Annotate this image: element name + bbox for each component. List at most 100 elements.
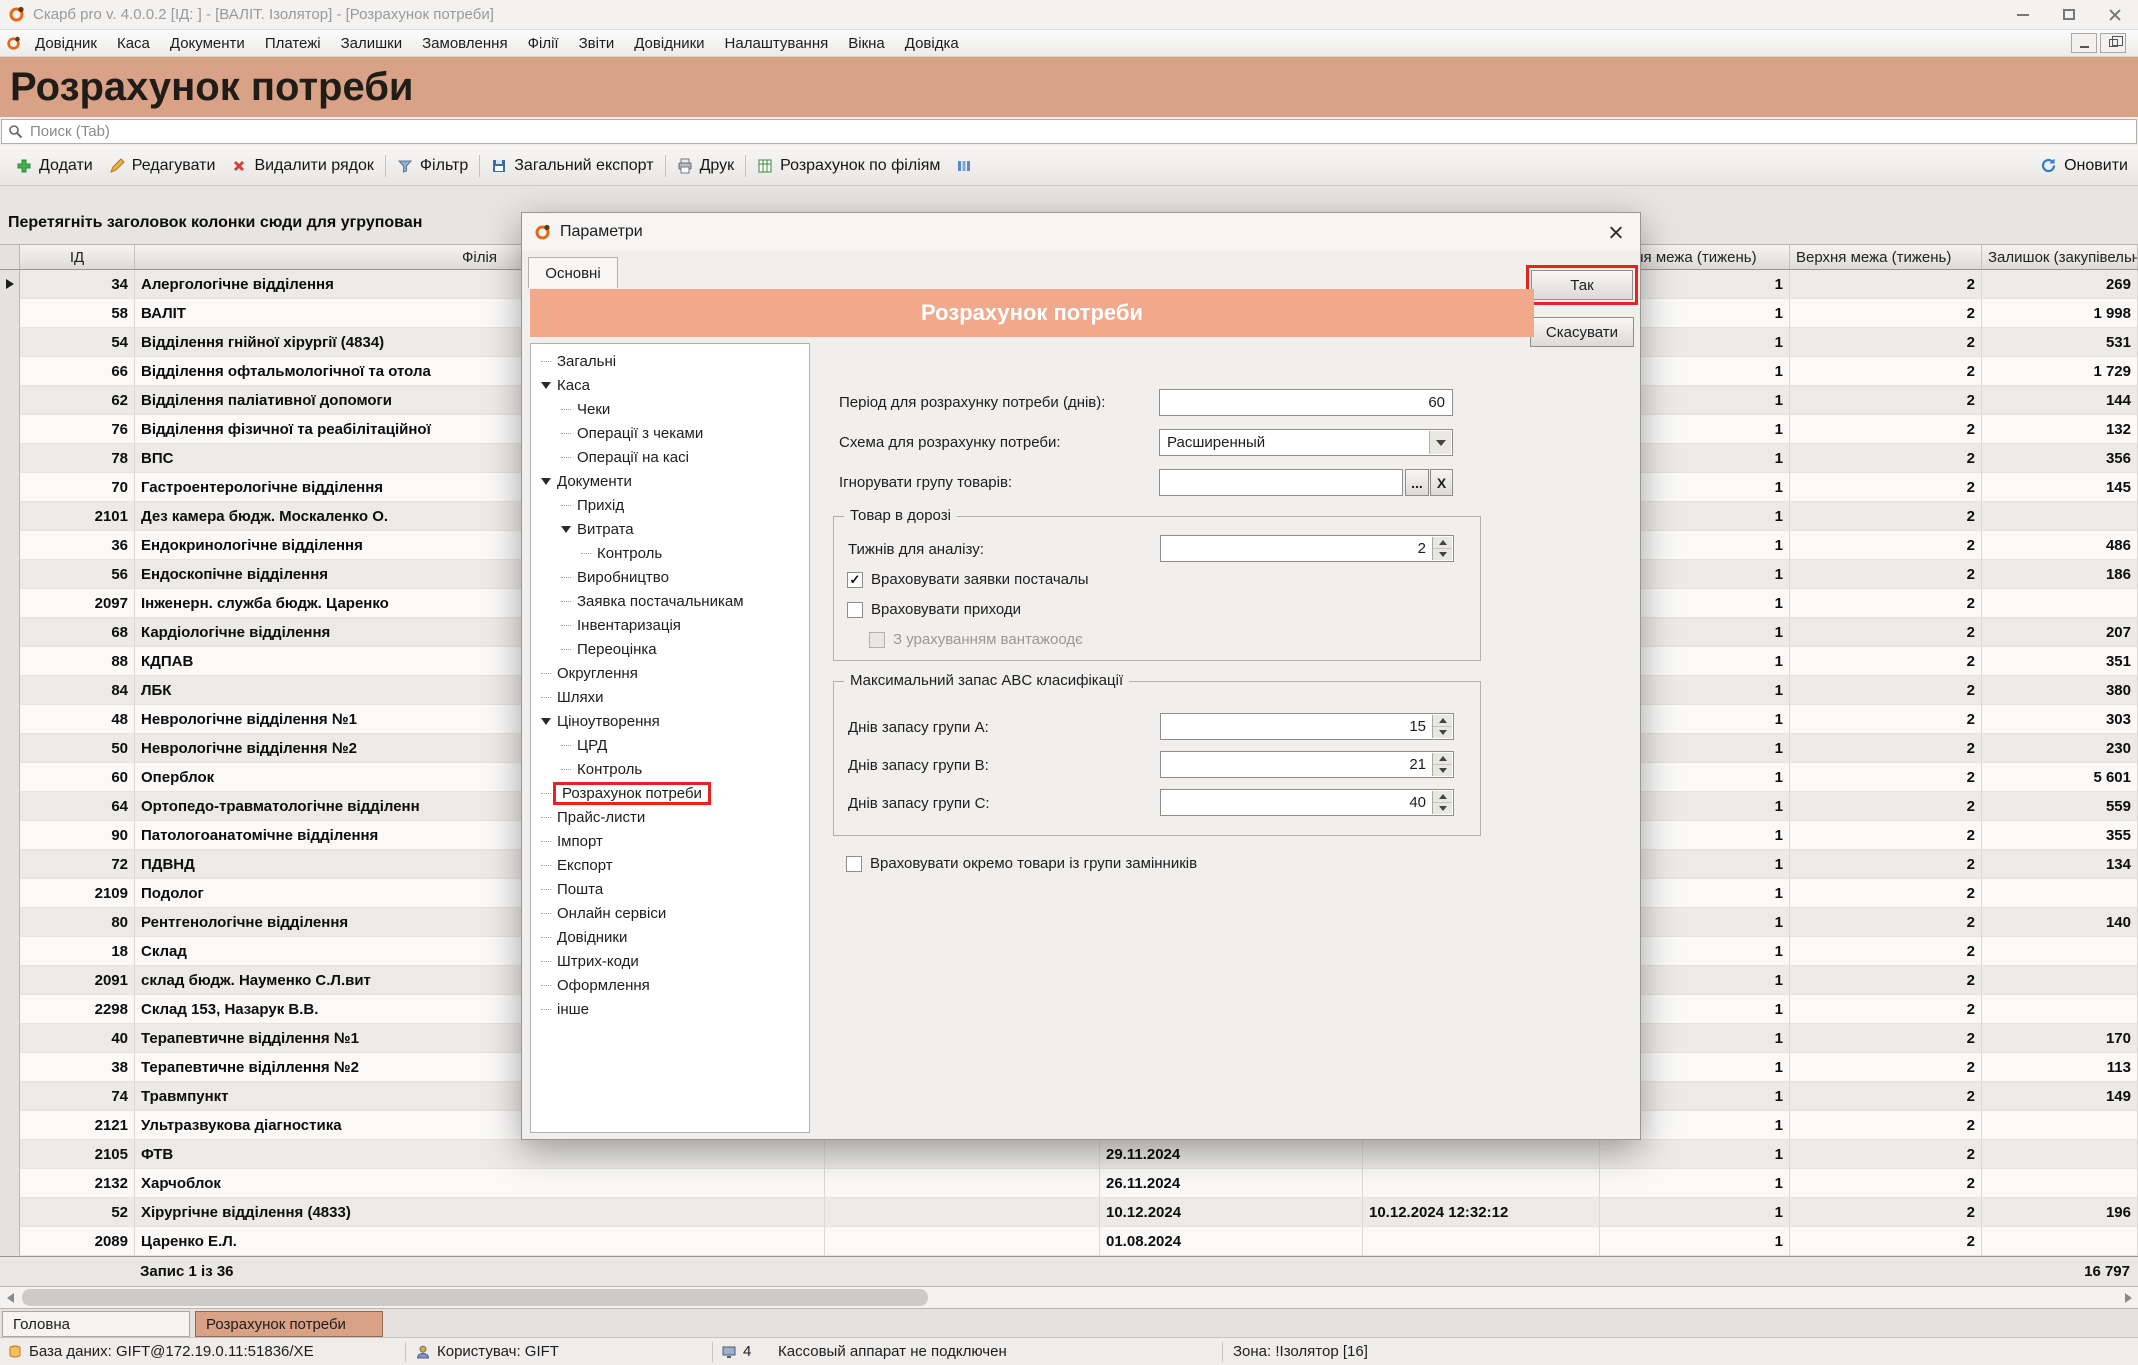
tree-item[interactable]: Операції з чеками [531, 421, 809, 445]
tree-item[interactable]: Шляхи [531, 685, 809, 709]
ok-button[interactable]: Так [1531, 270, 1633, 300]
menu-item[interactable]: Замовлення [412, 31, 517, 56]
scroll-left-button[interactable] [0, 1287, 20, 1308]
minimize-button[interactable] [2000, 0, 2046, 29]
tree-item[interactable]: Виробництво [531, 565, 809, 589]
toolbar-export-button[interactable]: Загальний експорт [483, 151, 661, 181]
toolbar-add-button[interactable]: Додати [8, 151, 101, 181]
maximize-button[interactable] [2046, 0, 2092, 29]
tree-item[interactable]: Пошта [531, 877, 809, 901]
spin-up-icon[interactable] [1433, 753, 1452, 765]
tree-item[interactable]: Штрих-коди [531, 949, 809, 973]
tree-item[interactable]: Переоцінка [531, 637, 809, 661]
group-a-days-spinner[interactable]: 15 [1160, 713, 1454, 740]
tree-item[interactable]: Прайс-листи [531, 805, 809, 829]
table-cell: 2132 [20, 1169, 135, 1198]
spin-down-icon[interactable] [1433, 803, 1452, 814]
tree-item[interactable]: Чеки [531, 397, 809, 421]
tree-item[interactable]: Контроль [531, 757, 809, 781]
tree-item[interactable]: Інвентаризація [531, 613, 809, 637]
column-header[interactable]: Верхня межа (тижень) [1790, 245, 1982, 269]
tree-item[interactable]: Округлення [531, 661, 809, 685]
search-input[interactable]: Поиск (Tab) [1, 119, 2137, 144]
tree-item[interactable]: Операції на касі [531, 445, 809, 469]
menu-item[interactable]: Документи [160, 31, 255, 56]
spin-up-icon[interactable] [1433, 715, 1452, 727]
tree-item[interactable]: Документи [531, 469, 809, 493]
menu-item[interactable]: Налаштування [715, 31, 839, 56]
ignore-group-browse-button[interactable]: ... [1405, 469, 1429, 496]
tree-item[interactable]: ЦРД [531, 733, 809, 757]
include-receipts-checkbox[interactable]: Враховувати приходи [847, 601, 1021, 618]
tab-main-settings[interactable]: Основні [528, 257, 618, 288]
toolbar-filter-button[interactable]: Фільтр [389, 151, 476, 181]
group-c-days-spinner[interactable]: 40 [1160, 789, 1454, 816]
period-input[interactable]: 60 [1159, 389, 1453, 416]
tree-item[interactable]: Розрахунок потреби [531, 781, 809, 805]
tree-item[interactable]: інше [531, 997, 809, 1021]
dialog-close-button[interactable] [1594, 216, 1636, 248]
tree-item[interactable]: Контроль [531, 541, 809, 565]
tree-item[interactable]: Імпорт [531, 829, 809, 853]
menu-item[interactable]: Довідка [895, 31, 969, 56]
toolbar-delete-row-button[interactable]: Видалити рядок [223, 151, 381, 181]
table-row[interactable]: 2132Харчоблок26.11.202412 [0, 1169, 2138, 1198]
toolbar-calc-by-branch-button[interactable]: Розрахунок по філіям [749, 151, 948, 181]
dropdown-arrow-icon[interactable] [1429, 431, 1451, 454]
table-row[interactable]: 52Хірургічне відділення (4833)10.12.2024… [0, 1198, 2138, 1227]
menu-item[interactable]: Довідник [25, 31, 107, 56]
toolbar-print-button[interactable]: Друк [669, 151, 743, 181]
menu-item[interactable]: Каса [107, 31, 160, 56]
scroll-right-button[interactable] [2118, 1287, 2138, 1308]
scrollbar-thumb[interactable] [22, 1289, 928, 1306]
spin-up-icon[interactable] [1433, 537, 1452, 549]
tree-item[interactable]: Прихід [531, 493, 809, 517]
scheme-dropdown[interactable]: Расширенный [1159, 429, 1453, 456]
spinner-buttons[interactable] [1432, 791, 1452, 814]
column-header[interactable]: Залишок (закупівельн [1982, 245, 2138, 269]
tree-item[interactable]: Оформлення [531, 973, 809, 997]
substitutes-checkbox[interactable]: Враховувати окремо товари із групи замін… [846, 855, 1197, 872]
scrollbar-track[interactable] [20, 1287, 2118, 1308]
ignore-group-clear-button[interactable]: X [1430, 469, 1453, 496]
column-header[interactable]: ІД [20, 245, 135, 269]
toolbar-columns-button[interactable] [948, 152, 980, 180]
spin-down-icon[interactable] [1433, 765, 1452, 776]
spinner-buttons[interactable] [1432, 753, 1452, 776]
tab-home[interactable]: Головна [2, 1311, 190, 1337]
toolbar-edit-button[interactable]: Редагувати [101, 151, 224, 181]
mdi-restore-button[interactable] [2100, 33, 2126, 53]
spin-down-icon[interactable] [1433, 727, 1452, 738]
menu-item[interactable]: Звіти [569, 31, 625, 56]
menu-item[interactable]: Платежі [255, 31, 331, 56]
menu-item[interactable]: Філії [518, 31, 569, 56]
tree-item[interactable]: Експорт [531, 853, 809, 877]
tree-item[interactable]: Довідники [531, 925, 809, 949]
include-supplier-orders-checkbox[interactable]: Враховувати заявки постачалы [847, 571, 1089, 588]
close-button[interactable] [2092, 0, 2138, 29]
menu-item[interactable]: Довідники [624, 31, 714, 56]
weeks-spinner[interactable]: 2 [1160, 535, 1454, 562]
table-row[interactable]: 2089Царенко Е.Л.01.08.202412 [0, 1227, 2138, 1256]
ignore-group-input[interactable] [1159, 469, 1403, 496]
tree-item[interactable]: Загальні [531, 349, 809, 373]
spinner-buttons[interactable] [1432, 537, 1452, 560]
table-row[interactable]: 2105ФТВ29.11.202412 [0, 1140, 2138, 1169]
tree-item[interactable]: Заявка постачальникам [531, 589, 809, 613]
refresh-button[interactable]: Оновити [2040, 157, 2130, 175]
spinner-buttons[interactable] [1432, 715, 1452, 738]
tree-item[interactable]: Ціноутворення [531, 709, 809, 733]
tab-calculation-of-needs[interactable]: Розрахунок потреби [195, 1311, 383, 1337]
tree-item[interactable]: Онлайн сервіси [531, 901, 809, 925]
mdi-minimize-button[interactable] [2071, 33, 2097, 53]
group-b-days-spinner[interactable]: 21 [1160, 751, 1454, 778]
menu-item[interactable]: Вікна [838, 31, 895, 56]
group-hint-text: Перетягніть заголовок колонки сюди для у… [8, 214, 422, 232]
tree-item[interactable]: Каса [531, 373, 809, 397]
refresh-icon [2040, 157, 2057, 174]
table-cell [1363, 1169, 1600, 1198]
menu-item[interactable]: Залишки [331, 31, 413, 56]
tree-item[interactable]: Витрата [531, 517, 809, 541]
spin-up-icon[interactable] [1433, 791, 1452, 803]
spin-down-icon[interactable] [1433, 549, 1452, 560]
